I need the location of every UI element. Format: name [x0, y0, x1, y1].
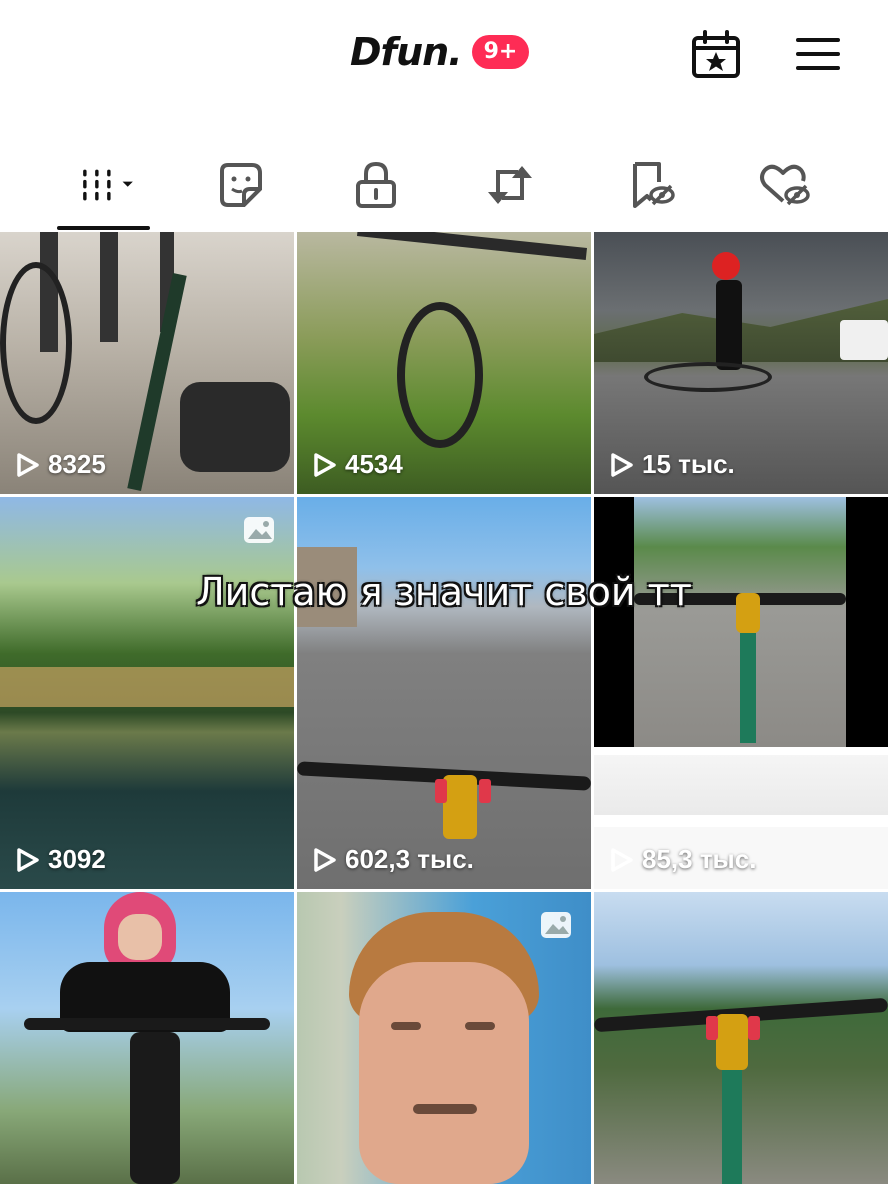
view-count: 15 тыс.	[610, 449, 735, 480]
view-count: 8325	[16, 449, 106, 480]
view-count: 4534	[313, 449, 403, 480]
calendar-star-icon[interactable]	[690, 30, 742, 80]
photo-thumbnail[interactable]: 3092	[0, 497, 294, 889]
play-icon	[17, 452, 39, 477]
photo-thumbnail[interactable]	[297, 892, 591, 1184]
app-header: Dfun. 9+	[0, 0, 888, 110]
tab-stickers[interactable]	[210, 160, 270, 210]
tab-reposts[interactable]	[480, 160, 540, 210]
lock-icon	[356, 161, 396, 208]
play-icon	[314, 452, 336, 477]
video-thumbnail[interactable]: 602,3 тыс.	[297, 497, 591, 889]
video-thumbnail[interactable]: 8325	[0, 232, 294, 494]
video-thumbnail[interactable]	[594, 892, 888, 1184]
active-tab-indicator	[57, 226, 150, 230]
photo-icon	[541, 912, 571, 938]
repost-icon	[488, 166, 532, 204]
tab-videos[interactable]	[78, 160, 138, 210]
view-count: 3092	[16, 844, 106, 875]
app-logo[interactable]: Dfun. 9+	[350, 30, 530, 74]
hamburger-menu-icon[interactable]	[794, 34, 842, 74]
video-thumbnail[interactable]: 85,3 тыс.	[594, 497, 888, 889]
photo-icon	[244, 517, 274, 543]
bookmark-hidden-icon	[633, 162, 675, 208]
view-count: 85,3 тыс.	[610, 844, 756, 875]
grid-bars-dropdown-icon	[83, 169, 133, 201]
video-thumbnail[interactable]: 4534	[297, 232, 591, 494]
view-count: 602,3 тыс.	[313, 844, 474, 875]
play-icon	[611, 847, 633, 872]
play-icon	[611, 452, 633, 477]
play-icon	[17, 847, 39, 872]
video-thumbnail[interactable]: 15 тыс.	[594, 232, 888, 494]
notification-badge: 9+	[471, 35, 530, 69]
heart-hidden-icon	[760, 164, 810, 206]
tab-saved[interactable]	[620, 160, 680, 210]
tab-liked[interactable]	[754, 160, 814, 210]
video-caption-overlay: Листаю я значит свой тт	[196, 570, 692, 614]
profile-tabs	[0, 150, 888, 232]
logo-text: Dfun.	[350, 30, 463, 74]
tab-private[interactable]	[346, 160, 406, 210]
video-thumbnail[interactable]	[0, 892, 294, 1184]
video-grid: 8325 4534 15 тыс. 3092 602,3 тыс. 85,3 т…	[0, 232, 888, 1184]
sticker-icon	[220, 163, 262, 207]
play-icon	[314, 847, 336, 872]
